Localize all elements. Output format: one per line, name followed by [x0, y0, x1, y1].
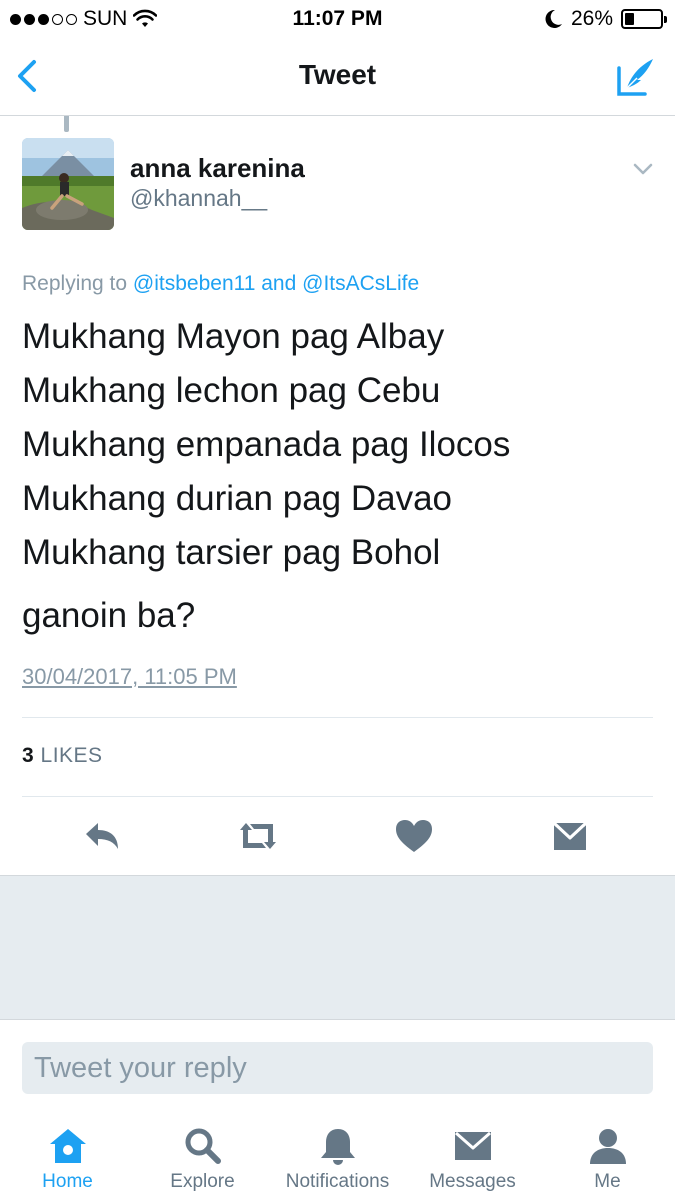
tweet-line: Mukhang Mayon pag Albay [22, 317, 445, 356]
status-bar: SUN 11:07 PM 26% [0, 0, 675, 38]
battery-icon [621, 9, 667, 29]
avatar-photo [22, 138, 114, 230]
mention-link[interactable]: @itsbeben11 [133, 272, 256, 295]
tab-label: Explore [170, 1171, 235, 1192]
moon-icon [545, 9, 562, 28]
thread-connector-line [64, 116, 69, 132]
bell-icon [320, 1129, 355, 1165]
reply-and-text: and [255, 272, 303, 295]
empty-replies-area [0, 875, 675, 1020]
search-icon [185, 1128, 221, 1164]
reply-input[interactable] [22, 1042, 653, 1094]
navigation-bar: Tweet [0, 38, 675, 116]
battery-level-fill [625, 13, 634, 25]
home-icon [49, 1129, 86, 1163]
tab-label: Messages [429, 1171, 516, 1192]
divider [22, 796, 653, 797]
compose-tweet-icon[interactable] [615, 54, 657, 98]
replying-to-label: Replying to [22, 272, 133, 295]
tab-notifications[interactable]: Notifications [270, 1110, 405, 1200]
envelope-icon [454, 1131, 491, 1160]
tab-label: Notifications [285, 1171, 390, 1192]
tweet-text: Mukhang Mayon pag Albay Mukhang lechon p… [22, 310, 510, 580]
replying-to-line: Replying to @itsbeben11 and @ItsACsLife [22, 272, 419, 296]
direct-message-icon[interactable] [546, 816, 594, 856]
reply-icon[interactable] [78, 816, 126, 856]
likes-number: 3 [22, 744, 35, 767]
like-icon[interactable] [390, 816, 438, 856]
person-icon [589, 1129, 626, 1164]
tab-explore[interactable]: Explore [135, 1110, 270, 1200]
mention-link[interactable]: @ItsACsLife [302, 272, 419, 295]
tab-messages[interactable]: Messages [405, 1110, 540, 1200]
tab-label: Home [42, 1171, 93, 1192]
status-right: 26% [545, 7, 667, 31]
divider [22, 717, 653, 718]
tab-home[interactable]: Home [0, 1110, 135, 1200]
page-title: Tweet [298, 59, 377, 90]
tweet-line: ganoin ba? [22, 596, 196, 635]
chevron-down-icon[interactable] [631, 160, 655, 178]
avatar[interactable] [22, 138, 114, 230]
tweet-line: Mukhang tarsier pag Bohol [22, 533, 441, 572]
tweet-line: Mukhang durian pag Davao [22, 479, 453, 518]
tweet-actions [0, 806, 675, 874]
user-display-name[interactable]: anna karenina [130, 153, 305, 184]
retweet-icon[interactable] [234, 816, 282, 856]
tweet-line: Mukhang empanada pag Ilocos [22, 425, 511, 464]
tab-me[interactable]: Me [540, 1110, 675, 1200]
tab-bar: Home Explore Notifications Messages Me [0, 1110, 675, 1200]
likes-label: LIKES [40, 744, 103, 767]
user-handle[interactable]: @khannah__ [130, 185, 267, 212]
battery-percent: 26% [570, 7, 613, 30]
likes-count[interactable]: 3 LIKES [22, 744, 103, 768]
tweet-line: Mukhang lechon pag Cebu [22, 371, 441, 410]
tweet-timestamp[interactable]: 30/04/2017, 11:05 PM [22, 664, 237, 690]
tab-label: Me [594, 1171, 621, 1192]
